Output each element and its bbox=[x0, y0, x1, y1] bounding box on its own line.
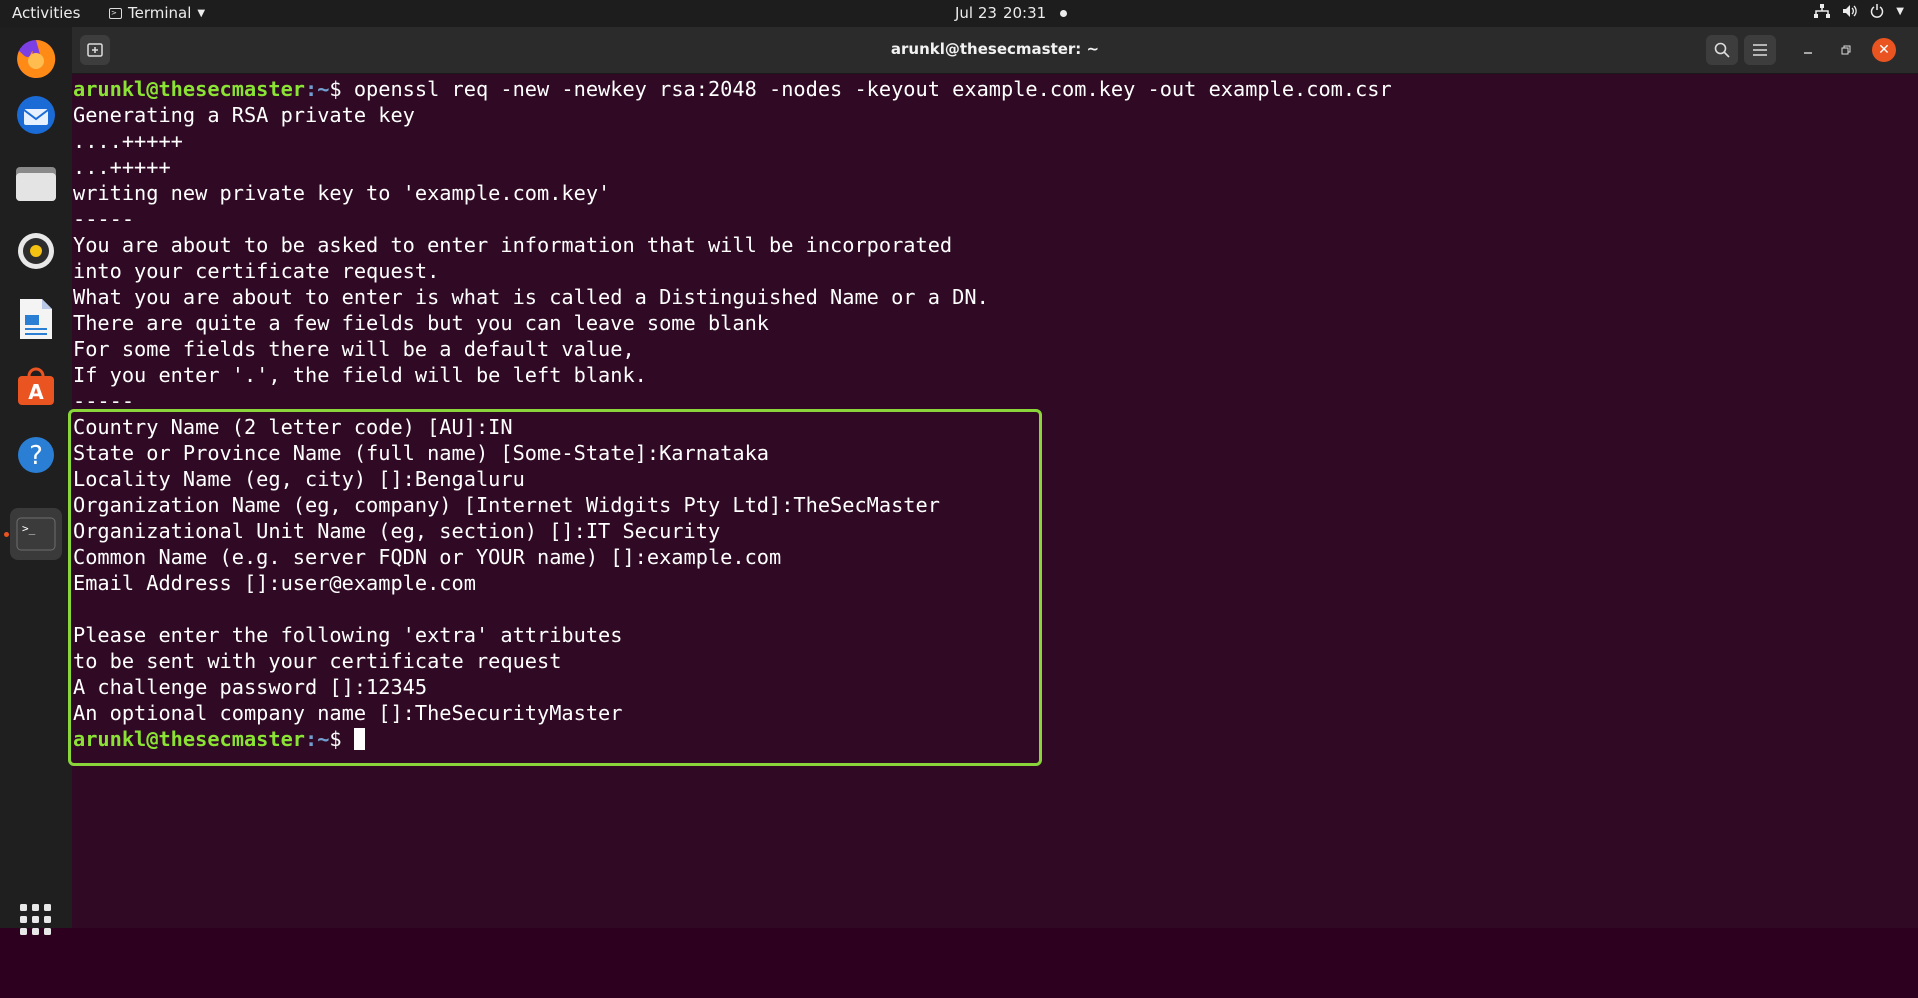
terminal-icon: >_ bbox=[16, 517, 56, 551]
minimize-icon bbox=[1804, 52, 1812, 54]
hamburger-icon bbox=[1753, 44, 1767, 56]
thunderbird-icon bbox=[17, 96, 55, 134]
date-label: Jul 23 bbox=[955, 4, 997, 22]
output-line: ....+++++ bbox=[73, 129, 183, 153]
clock[interactable]: Jul 23 20:31 bbox=[955, 4, 1068, 22]
close-button[interactable]: ✕ bbox=[1872, 38, 1896, 62]
output-line: into your certificate request. bbox=[73, 259, 440, 283]
show-applications-button[interactable] bbox=[20, 904, 52, 936]
svg-text:A: A bbox=[28, 380, 44, 404]
chevron-down-icon: ▼ bbox=[1896, 5, 1904, 17]
close-icon: ✕ bbox=[1878, 42, 1890, 58]
svg-text:?: ? bbox=[29, 441, 43, 471]
output-line: If you enter '.', the field will be left… bbox=[73, 363, 647, 387]
window-titlebar[interactable]: arunkl@thesecmaster: ~ ✕ bbox=[72, 27, 1918, 74]
notification-dot-icon bbox=[1060, 9, 1068, 17]
rhythmbox-launcher[interactable] bbox=[10, 225, 62, 277]
chevron-down-icon: ▼ bbox=[197, 7, 206, 19]
output-line: You are about to be asked to enter infor… bbox=[73, 233, 953, 257]
firefox-launcher[interactable] bbox=[10, 33, 62, 85]
help-launcher[interactable]: ? bbox=[10, 429, 62, 481]
running-indicator bbox=[4, 532, 9, 537]
network-icon bbox=[1814, 4, 1831, 18]
prompt-symbol: $ bbox=[329, 77, 354, 101]
prompt-user: arunkl@thesecmaster bbox=[73, 77, 305, 101]
output-line: writing new private key to 'example.com.… bbox=[73, 181, 611, 205]
output-line: ...+++++ bbox=[73, 155, 171, 179]
window-title: arunkl@thesecmaster: ~ bbox=[890, 40, 1100, 58]
app-menu[interactable]: > Terminal ▼ bbox=[109, 4, 205, 22]
command-line: arunkl@thesecmaster:~$ openssl req -new … bbox=[73, 76, 1392, 102]
output-line: Generating a RSA private key bbox=[73, 103, 415, 127]
files-launcher[interactable] bbox=[10, 157, 62, 209]
document-icon bbox=[20, 299, 52, 339]
power-icon bbox=[1871, 4, 1884, 18]
rhythmbox-icon bbox=[18, 233, 54, 269]
restore-icon bbox=[1841, 45, 1851, 55]
restore-button[interactable] bbox=[1830, 35, 1862, 65]
software-bag-icon: A bbox=[18, 367, 54, 405]
highlight-box bbox=[68, 409, 1042, 766]
thunderbird-launcher[interactable] bbox=[10, 89, 62, 141]
terminal-launcher[interactable]: >_ bbox=[10, 508, 62, 560]
top-bar: Activities > Terminal ▼ Jul 23 20:31 ▼ bbox=[0, 0, 1918, 27]
output-line: What you are about to enter is what is c… bbox=[73, 285, 989, 309]
output-line: There are quite a few fields but you can… bbox=[73, 311, 769, 335]
minimize-button[interactable] bbox=[1792, 35, 1824, 65]
system-tray[interactable]: ▼ bbox=[1814, 4, 1904, 18]
help-icon: ? bbox=[18, 437, 54, 473]
search-button[interactable] bbox=[1706, 35, 1738, 65]
prompt-path: :~ bbox=[305, 77, 330, 101]
search-icon bbox=[1714, 42, 1730, 58]
time-label: 20:31 bbox=[1002, 4, 1047, 22]
volume-icon bbox=[1843, 5, 1858, 17]
activities-button[interactable]: Activities bbox=[12, 4, 80, 22]
output-line: ----- bbox=[73, 207, 135, 231]
files-icon bbox=[16, 167, 56, 201]
app-menu-label: Terminal bbox=[128, 4, 192, 22]
svg-text:>_: >_ bbox=[22, 522, 36, 535]
terminal-icon: > bbox=[109, 7, 122, 19]
command-text: openssl req -new -newkey rsa:2048 -nodes… bbox=[353, 77, 1392, 101]
output-line: For some fields there will be a default … bbox=[73, 337, 635, 361]
hamburger-menu-button[interactable] bbox=[1744, 35, 1776, 65]
dock: A ? >_ bbox=[0, 27, 72, 935]
firefox-icon bbox=[17, 39, 56, 78]
software-launcher[interactable]: A bbox=[10, 361, 62, 413]
writer-launcher[interactable] bbox=[10, 293, 62, 345]
